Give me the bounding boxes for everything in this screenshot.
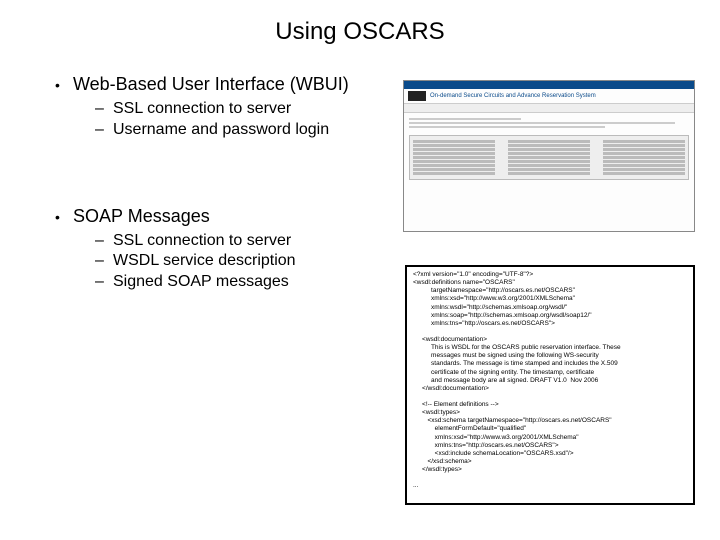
dash-icon: – <box>95 251 113 272</box>
dash-icon: – <box>95 272 113 293</box>
screenshot-title: On-demand Secure Circuits and Advance Re… <box>430 93 596 99</box>
dash-icon: – <box>95 231 113 252</box>
slide-title: Using OSCARS <box>0 0 720 56</box>
dash-icon: – <box>95 120 113 141</box>
section2-heading: SOAP Messages <box>73 206 210 227</box>
section1-item: SSL connection to server <box>113 99 291 120</box>
wsdl-code-snippet: <?xml version="1.0" encoding="UTF-8"?> <… <box>405 265 695 505</box>
bullet-icon: • <box>55 77 73 93</box>
bullet-icon: • <box>55 209 73 225</box>
section2-item: WSDL service description <box>113 251 296 272</box>
section1-heading: Web-Based User Interface (WBUI) <box>73 74 349 95</box>
wbui-screenshot: On-demand Secure Circuits and Advance Re… <box>403 80 695 232</box>
section2-item: Signed SOAP messages <box>113 272 289 293</box>
section2-item: SSL connection to server <box>113 231 291 252</box>
dash-icon: – <box>95 99 113 120</box>
section1-item: Username and password login <box>113 120 329 141</box>
esnet-logo-icon <box>408 91 426 101</box>
